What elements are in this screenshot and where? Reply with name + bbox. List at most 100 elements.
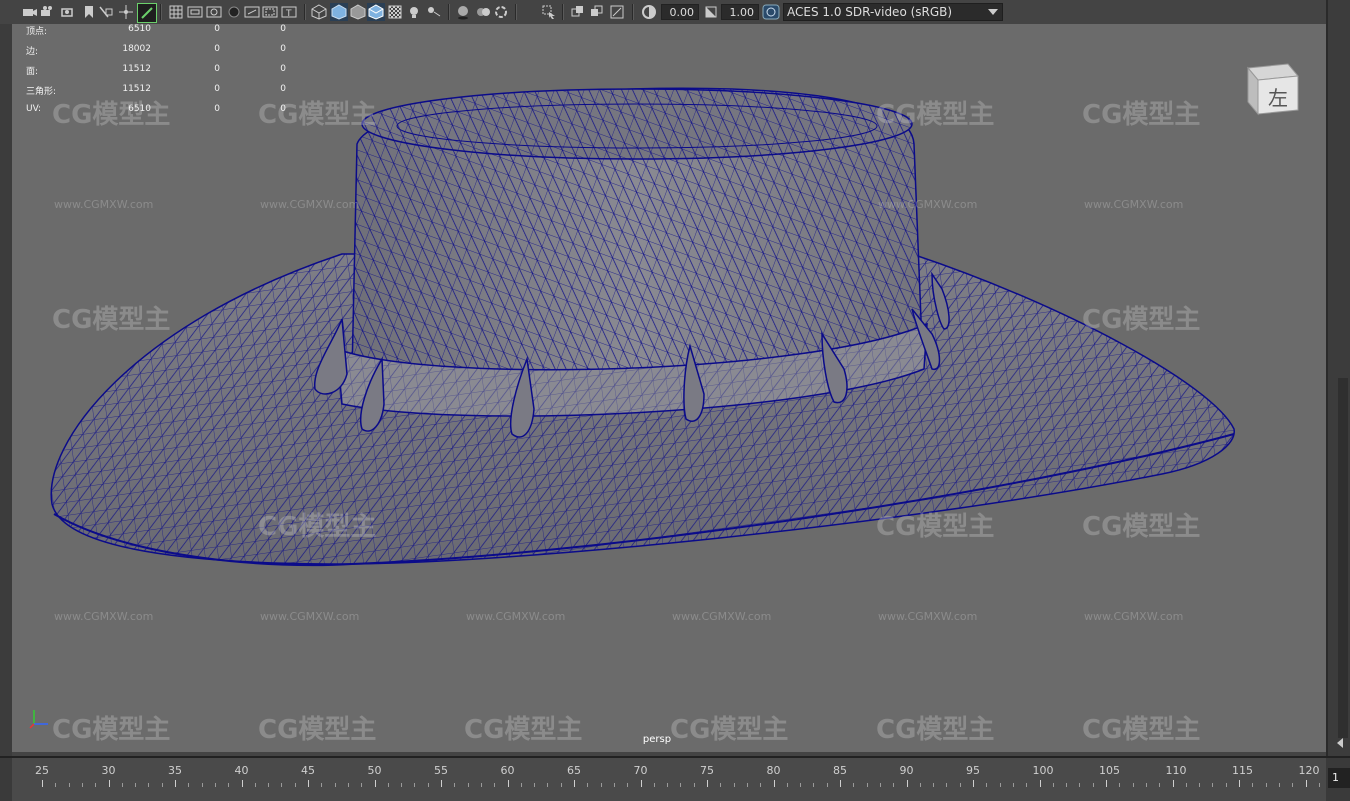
tick-label: 105 <box>1099 764 1120 777</box>
hud-value: 0 <box>280 44 286 54</box>
safe-action-icon[interactable] <box>262 3 278 21</box>
tick-label: 30 <box>101 764 116 777</box>
tick-label: 25 <box>35 764 49 777</box>
hud-value: 0 <box>280 104 286 114</box>
wireframe-on-shaded-icon[interactable] <box>367 3 385 21</box>
tick-mark-minor <box>361 783 363 787</box>
hud-value: 6510 <box>128 104 151 114</box>
exposure-icon[interactable] <box>640 3 658 21</box>
film-gate-icon[interactable] <box>186 3 204 21</box>
tick-mark-minor <box>919 783 921 787</box>
backface-culling-icon[interactable] <box>609 3 625 21</box>
color-management-value: ACES 1.0 SDR-video (sRGB) <box>787 5 953 19</box>
tick-mark-minor <box>786 783 788 787</box>
hud-value: 0 <box>214 24 220 34</box>
gate-mask-icon[interactable] <box>226 3 242 21</box>
tick-mark-minor <box>1092 783 1094 787</box>
safe-title-icon[interactable]: T <box>281 3 297 21</box>
tick-mark-minor <box>121 783 123 787</box>
tick-mark-minor <box>1212 783 1214 787</box>
grid-icon[interactable] <box>168 3 184 21</box>
tick-label: 40 <box>234 764 249 777</box>
tick-mark-minor <box>214 783 216 787</box>
tick-mark-minor <box>387 783 389 787</box>
xray-icon[interactable] <box>387 3 403 21</box>
tick-mark-minor <box>480 783 482 787</box>
tick-mark-minor <box>1012 783 1014 787</box>
field-chart-icon[interactable] <box>244 3 260 21</box>
default-material-icon[interactable] <box>350 3 366 21</box>
tick-mark <box>906 780 908 787</box>
hud-value: 0 <box>214 44 220 54</box>
hud-value: 0 <box>280 84 286 94</box>
tick-mark-minor <box>161 783 163 787</box>
resolution-gate-icon[interactable] <box>206 3 222 21</box>
hud-value: 0 <box>214 64 220 74</box>
exposure-field[interactable]: 0.00 <box>661 4 699 20</box>
lighting-menu-icon[interactable] <box>424 3 442 21</box>
tick-mark <box>773 780 775 787</box>
color-management-dropdown[interactable]: ACES 1.0 SDR-video (sRGB) <box>783 3 1003 21</box>
tick-mark <box>374 780 376 787</box>
time-slider[interactable]: 25 30 35 40 45 50 55 60 65 70 75 80 85 90 95 100 105 110 1… <box>0 756 1350 801</box>
tick-mark-minor <box>68 783 70 787</box>
gamma-icon[interactable] <box>703 3 719 21</box>
scrollbar[interactable] <box>1338 378 1348 738</box>
tick-mark <box>707 780 708 787</box>
collapse-arrow-icon[interactable] <box>1337 738 1343 748</box>
tick-mark-minor <box>587 783 589 787</box>
move-pivot-icon[interactable] <box>117 3 135 21</box>
tick-mark-minor <box>414 783 416 787</box>
tick-label: 120 <box>1298 764 1320 777</box>
hat-model[interactable] <box>12 24 1326 752</box>
tick-label: 55 <box>434 764 448 777</box>
hud-value: 11512 <box>122 84 151 94</box>
tick-mark-minor <box>547 783 549 787</box>
tick-mark-minor <box>520 783 522 787</box>
time-ruler[interactable]: 25 30 35 40 45 50 55 60 65 70 75 80 85 90 95 100 105 110 1… <box>12 758 1326 801</box>
use-all-lights-icon[interactable] <box>406 3 422 21</box>
tick-mark-minor <box>866 783 868 787</box>
tick-mark-minor <box>467 783 469 787</box>
tick-mark <box>441 780 442 787</box>
shadows-icon[interactable] <box>455 3 471 21</box>
tick-mark-minor <box>933 783 935 787</box>
tick-mark-minor <box>600 783 602 787</box>
hud-value: 0 <box>214 104 220 114</box>
motion-blur-icon[interactable] <box>493 3 509 21</box>
hud-row-edges: 边: 18002 0 0 <box>26 44 286 64</box>
tick-mark-minor <box>228 783 230 787</box>
2d-pan-zoom-icon[interactable] <box>137 3 157 23</box>
tick-label: 35 <box>168 764 182 777</box>
isolate-select-icon[interactable] <box>541 3 557 21</box>
xray-active-components-icon[interactable] <box>589 3 605 21</box>
tick-mark <box>840 780 841 787</box>
bookmark-icon[interactable] <box>82 3 96 21</box>
smooth-shade-icon[interactable] <box>330 3 348 21</box>
current-frame-field[interactable]: 1 <box>1328 768 1350 788</box>
tick-label: 75 <box>700 764 714 777</box>
tick-mark-minor <box>680 783 682 787</box>
tick-mark-minor <box>1026 783 1028 787</box>
camera-label: persp <box>642 734 672 745</box>
xray-joints-icon[interactable] <box>570 3 586 21</box>
bookmark-camera-icon[interactable] <box>60 3 78 21</box>
tick-label: 80 <box>766 764 781 777</box>
tick-mark-minor <box>746 783 748 787</box>
tick-mark-minor <box>813 783 815 787</box>
select-camera-icon[interactable] <box>22 3 38 21</box>
view-cube[interactable]: 左 <box>1242 54 1302 120</box>
tick-mark <box>1305 780 1307 787</box>
view-transform-icon[interactable] <box>762 3 780 21</box>
image-plane-icon[interactable] <box>98 3 114 21</box>
gamma-field[interactable]: 1.00 <box>721 4 759 20</box>
hud-label: UV: <box>26 104 42 114</box>
tick-label: 65 <box>567 764 581 777</box>
wireframe-icon[interactable] <box>311 3 327 21</box>
tick-mark-minor <box>1265 783 1267 787</box>
tick-mark-minor <box>401 783 403 787</box>
tick-mark-minor <box>148 783 150 787</box>
3d-viewport[interactable]: CG模型主 CG模型主 CG模型主 CG模型主 CG模型主 CG模型主 CG模型… <box>12 24 1326 752</box>
ambient-occlusion-icon[interactable] <box>475 3 491 21</box>
camera-attributes-icon[interactable] <box>40 3 56 21</box>
